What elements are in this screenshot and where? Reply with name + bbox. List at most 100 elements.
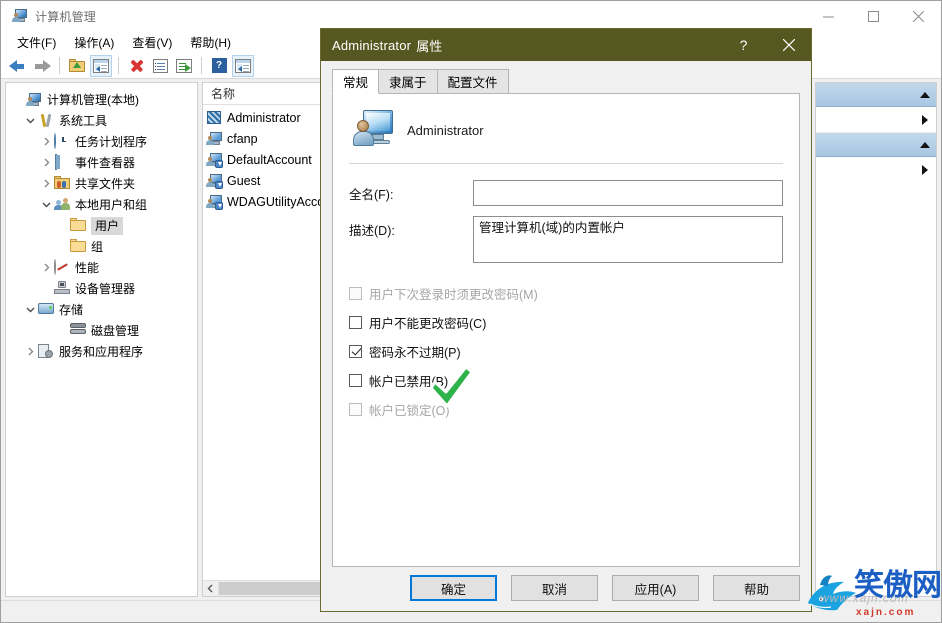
list-item-label: Guest — [227, 173, 261, 188]
chevron-right-icon[interactable] — [38, 176, 54, 192]
tree-item-task-scheduler[interactable]: 任务计划程序 — [6, 131, 197, 152]
description-row: 描述(D): — [349, 216, 783, 263]
user-disabled-icon — [206, 194, 223, 210]
help-button[interactable]: 帮助 — [713, 575, 800, 601]
delete-icon[interactable] — [125, 55, 147, 77]
chevron-right-icon[interactable] — [38, 134, 54, 150]
checkbox-account-locked — [349, 402, 362, 416]
administrator-icon — [207, 110, 223, 126]
scroll-left-button[interactable] — [203, 581, 219, 596]
menu-action[interactable]: 操作(A) — [65, 32, 123, 53]
actions-group-header[interactable] — [816, 133, 936, 157]
chevron-down-icon[interactable] — [22, 113, 38, 129]
chevron-down-icon[interactable] — [38, 197, 54, 213]
column-header-name[interactable]: 名称 — [203, 83, 326, 104]
twisty-none — [54, 218, 70, 234]
actions-list — [816, 83, 936, 596]
checkbox-password-never-expires[interactable] — [349, 344, 362, 358]
checkbox-cannot-change-password-row[interactable]: 用户不能更改密码(C) — [349, 310, 783, 334]
user-icon — [206, 131, 223, 147]
actions-group-header[interactable] — [816, 83, 936, 107]
watermark-subtext: xajn.com — [856, 607, 916, 618]
watermark: www.xajn.com 笑傲网 xajn.com — [802, 557, 942, 621]
clock-icon — [54, 132, 70, 150]
performance-icon — [54, 258, 70, 276]
checkbox-label: 用户下次登录时须更改密码(M) — [369, 287, 538, 302]
close-button[interactable] — [896, 1, 941, 31]
actions-submenu-row[interactable] — [816, 107, 936, 133]
cancel-button[interactable]: 取消 — [511, 575, 598, 601]
menu-view[interactable]: 查看(V) — [123, 32, 181, 53]
up-folder-icon[interactable] — [66, 55, 88, 77]
expand-right-icon[interactable] — [922, 114, 928, 125]
expand-right-icon[interactable] — [922, 165, 928, 175]
account-options: 用户下次登录时须更改密码(M) 用户不能更改密码(C) 密码永不过期(P) 帐户… — [349, 281, 783, 421]
tab-general[interactable]: 常规 — [332, 69, 380, 94]
tree-root-label: 计算机管理(本地) — [47, 92, 139, 107]
checkbox-account-disabled-row[interactable]: 帐户已禁用(B) — [349, 368, 783, 392]
checkbox-password-never-expires-row[interactable]: 密码永不过期(P) — [349, 339, 783, 363]
tree-item-event-viewer[interactable]: 事件查看器 — [6, 152, 197, 173]
tree-item-storage[interactable]: 存储 — [6, 299, 197, 320]
local-users-icon — [54, 197, 70, 213]
collapse-up-icon[interactable] — [920, 141, 930, 148]
device-manager-icon — [54, 280, 70, 297]
twisty-none — [10, 92, 26, 108]
apply-button[interactable]: 应用(A) — [612, 575, 699, 601]
wrench-icon — [38, 113, 54, 129]
account-name: Administrator — [407, 122, 484, 138]
tree-item-system-tools[interactable]: 系统工具 — [6, 110, 197, 131]
tree-item-services-applications[interactable]: 服务和应用程序 — [6, 341, 197, 362]
tree-item-label: 存储 — [59, 302, 84, 317]
toolbar-separator — [59, 57, 60, 74]
tree-root[interactable]: 计算机管理(本地) — [6, 89, 197, 110]
show-action-pane-icon[interactable] — [232, 54, 254, 77]
properties-icon[interactable] — [149, 55, 171, 77]
full-name-input[interactable] — [473, 180, 783, 206]
tree-item-performance[interactable]: 性能 — [6, 257, 197, 278]
tree-item-label: 本地用户和组 — [75, 197, 148, 212]
tree-item-disk-management[interactable]: 磁盘管理 — [6, 320, 197, 341]
chevron-down-icon[interactable] — [22, 302, 38, 318]
computer-management-icon — [26, 92, 42, 108]
checkbox-label: 用户不能更改密码(C) — [369, 316, 487, 331]
tree-item-users[interactable]: 用户 — [6, 215, 197, 236]
toolbar-separator — [201, 57, 202, 74]
folder-icon — [70, 238, 86, 255]
minimize-button[interactable] — [806, 1, 851, 31]
dialog-tabs: 常规 隶属于 配置文件 — [332, 68, 800, 94]
tree-item-device-manager[interactable]: 设备管理器 — [6, 278, 197, 299]
description-input[interactable] — [473, 216, 783, 263]
checkbox-account-disabled[interactable] — [349, 373, 362, 387]
tab-profile[interactable]: 配置文件 — [436, 69, 509, 93]
show-console-tree-icon[interactable] — [90, 54, 112, 77]
chevron-right-icon[interactable] — [38, 260, 54, 276]
tab-member-of[interactable]: 隶属于 — [378, 69, 438, 93]
menu-help[interactable]: 帮助(H) — [181, 32, 240, 53]
full-name-label: 全名(F): — [349, 188, 394, 202]
menu-file[interactable]: 文件(F) — [8, 32, 65, 53]
tree-item-shared-folders[interactable]: 共享文件夹 — [6, 173, 197, 194]
tree-item-label: 设备管理器 — [75, 281, 136, 296]
checkbox-cannot-change-password[interactable] — [349, 315, 362, 329]
ok-button[interactable]: 确定 — [410, 575, 497, 601]
disk-management-icon — [70, 322, 86, 339]
tree-item-local-users-groups[interactable]: 本地用户和组 — [6, 194, 197, 215]
export-list-icon[interactable] — [173, 55, 195, 77]
forward-arrow-icon[interactable] — [31, 55, 53, 77]
back-arrow-icon[interactable] — [7, 55, 29, 77]
collapse-up-icon[interactable] — [920, 91, 930, 98]
chevron-right-icon[interactable] — [22, 344, 38, 360]
header-divider — [349, 163, 783, 164]
screenshot-root: 计算机管理 文件(F) 操作(A) 查看(V) 帮助(H) ? 计算机管理(本地… — [0, 0, 942, 623]
account-header: Administrator — [349, 107, 783, 153]
chevron-right-icon[interactable] — [38, 155, 54, 171]
actions-submenu-row[interactable] — [816, 157, 936, 183]
dialog-help-button[interactable]: ? — [721, 29, 766, 61]
folder-icon — [70, 217, 86, 234]
dialog-close-button[interactable] — [766, 29, 811, 61]
tree-item-groups[interactable]: 组 — [6, 236, 197, 257]
maximize-button[interactable] — [851, 1, 896, 31]
help-icon[interactable]: ? — [208, 55, 230, 77]
dialog-controls: ? — [721, 29, 811, 61]
